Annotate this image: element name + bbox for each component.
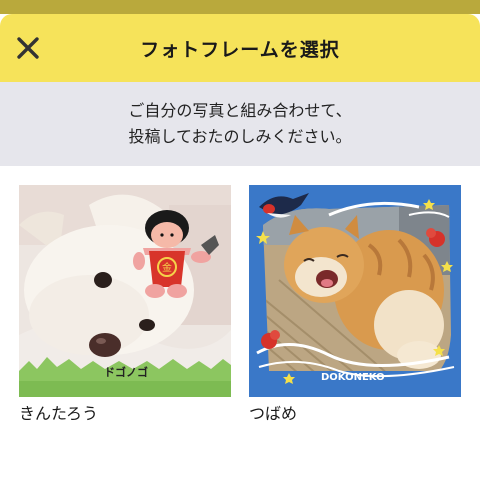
instruction-line-2: 投稿しておたのしみください。 bbox=[128, 127, 352, 146]
svg-text:金: 金 bbox=[162, 261, 172, 274]
frame-card-kintaro[interactable]: ドゴノゴ 金 きんたろう bbox=[19, 185, 231, 426]
frame-thumbnail-kintaro[interactable]: ドゴノゴ 金 bbox=[19, 185, 231, 397]
cat-photo-image: DOKONEKO bbox=[249, 185, 461, 397]
puppy-photo-image: ドゴノゴ 金 bbox=[19, 185, 231, 397]
instruction-line-1: ご自分の写真と組み合わせて、 bbox=[128, 101, 352, 120]
page-title: フォトフレームを選択 bbox=[140, 38, 340, 61]
instruction-banner: ご自分の写真と組み合わせて、 投稿しておたのしみください。 bbox=[0, 82, 480, 166]
frame-card-tsubame[interactable]: DOKONEKO つばめ bbox=[249, 185, 461, 426]
frame-thumbnail-tsubame[interactable]: DOKONEKO bbox=[249, 185, 461, 397]
close-button[interactable] bbox=[14, 34, 42, 62]
modal-header: フォトフレームを選択 bbox=[0, 14, 480, 82]
frame-name-kintaro: きんたろう bbox=[19, 404, 99, 423]
status-strip bbox=[0, 0, 480, 14]
close-icon bbox=[17, 37, 39, 59]
frame-grid: ドゴノゴ 金 きんたろう DOKONEKO つばめ bbox=[0, 166, 480, 480]
frame-stamp-text: ドゴノゴ bbox=[104, 365, 148, 379]
frame-name-tsubame: つばめ bbox=[249, 404, 298, 423]
frame-stamp-text: DOKONEKO bbox=[321, 372, 385, 383]
